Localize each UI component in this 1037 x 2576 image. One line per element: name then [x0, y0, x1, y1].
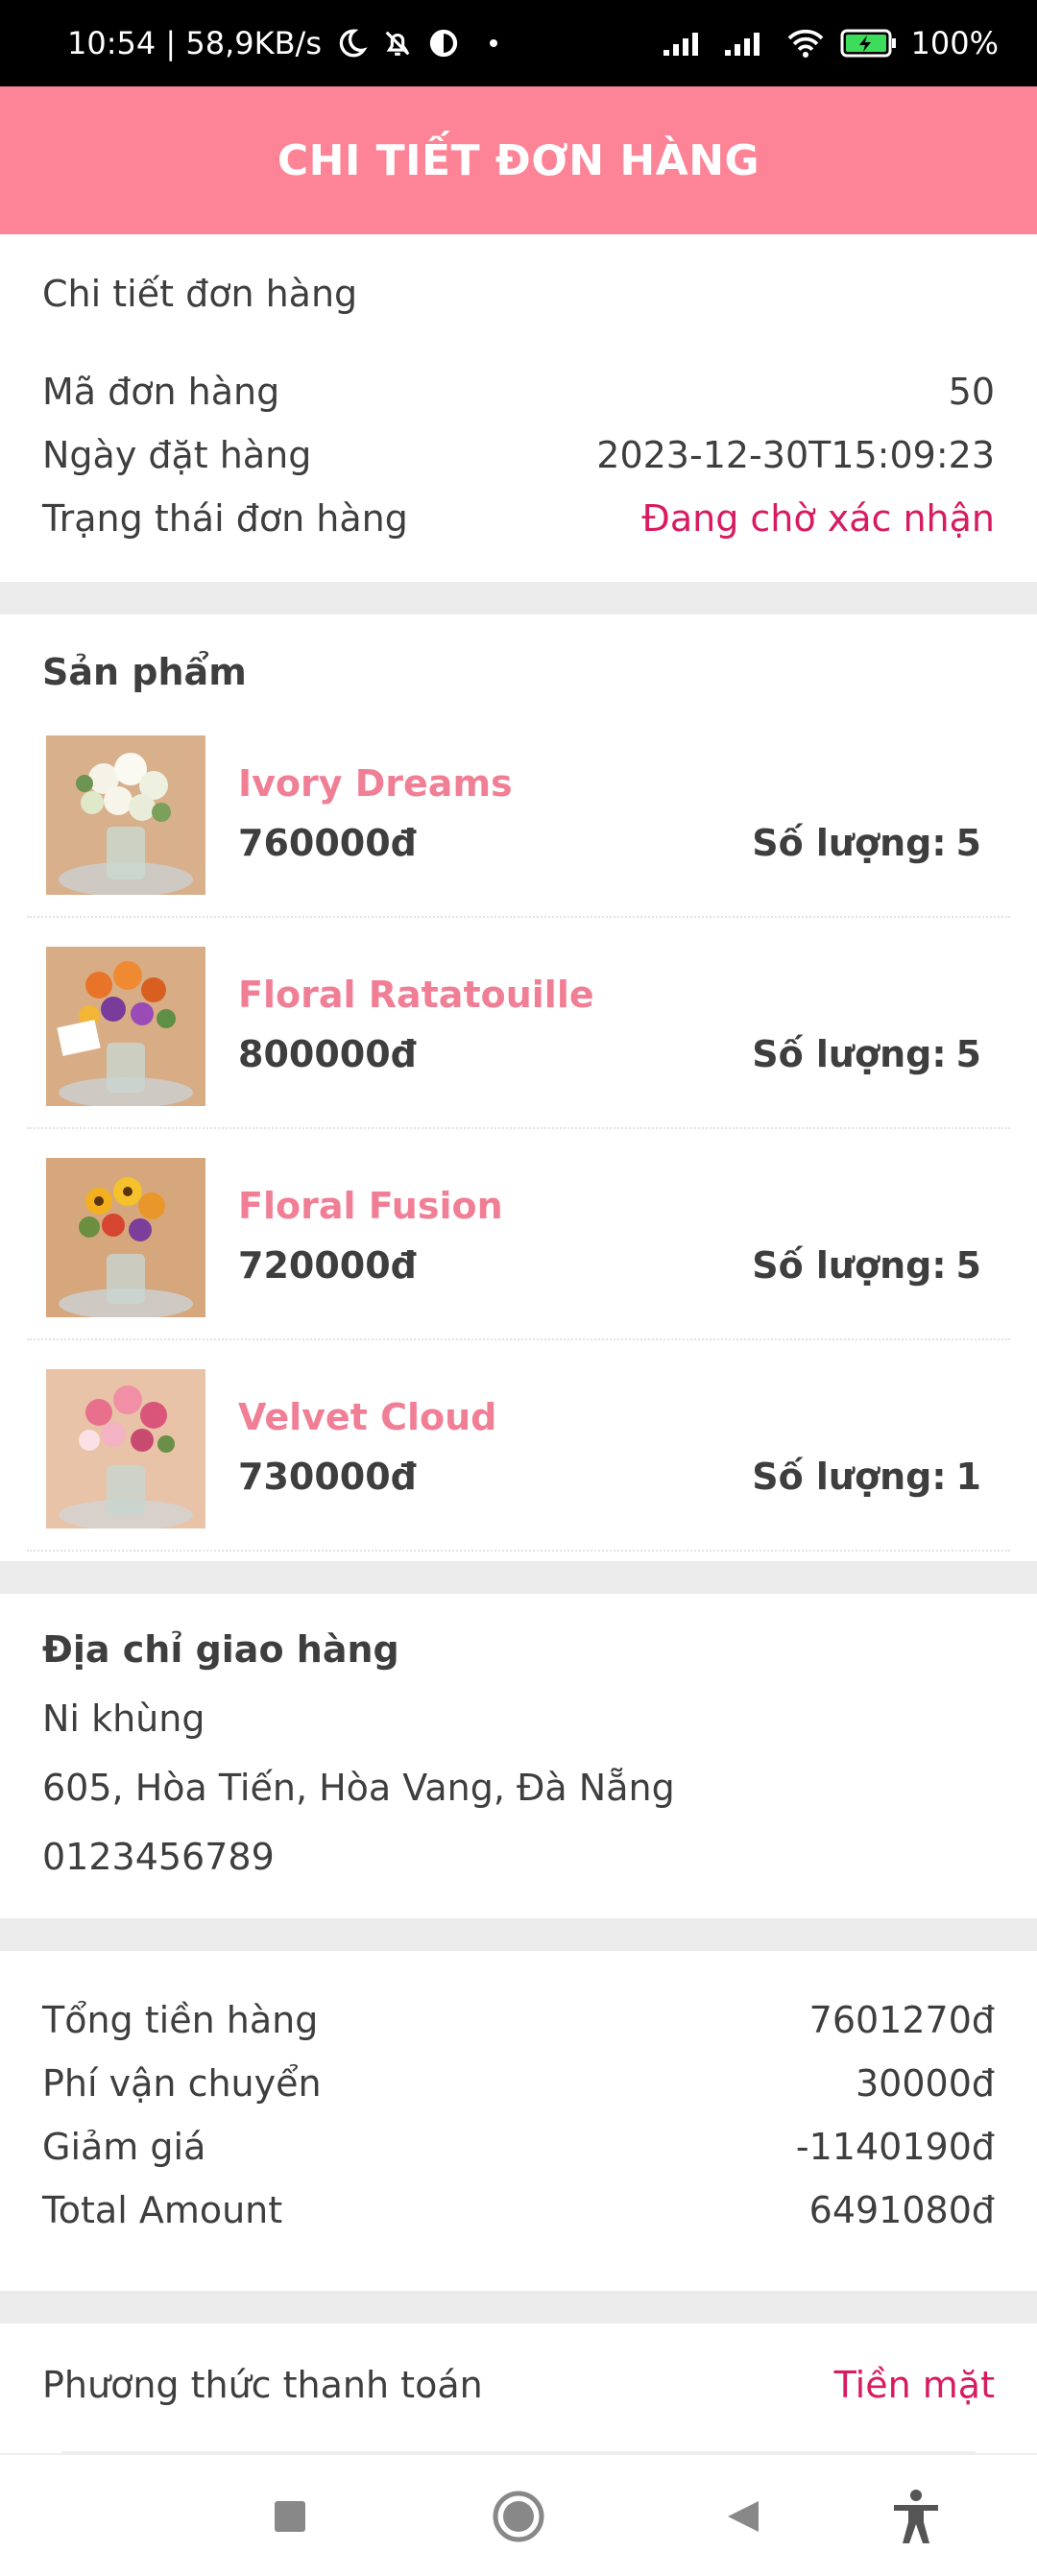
product-item[interactable]: Floral Fusion 720000đ Số lượng: 5 — [27, 1139, 1010, 1340]
shipping-section-title: Địa chỉ giao hàng — [42, 1628, 399, 1671]
order-detail-section: Chi tiết đơn hàng Mã đơn hàng 50 Ngày đặ… — [0, 234, 1037, 582]
discount-value: -1140190đ — [795, 2126, 995, 2168]
accessibility-icon[interactable] — [887, 2488, 945, 2545]
dot-icon — [489, 38, 498, 48]
discount-row: Giảm giá -1140190đ — [42, 2120, 995, 2174]
product-item[interactable]: Velvet Cloud 730000đ Số lượng: 1 — [27, 1350, 1010, 1552]
quantity-label: Số lượng: — [752, 1033, 947, 1075]
quantity-label: Số lượng: — [752, 822, 947, 864]
order-date-row: Ngày đặt hàng 2023-12-30T15:09:23 — [42, 428, 995, 482]
recipient-name: Ni khùng — [42, 1697, 205, 1740]
shipping-fee-label: Phí vận chuyển — [42, 2062, 322, 2105]
product-price: 760000đ — [238, 822, 417, 864]
shipping-fee-value: 30000đ — [855, 2062, 995, 2105]
order-status-row: Trạng thái đơn hàng Đang chờ xác nhận — [42, 492, 995, 545]
product-name: Floral Ratatouille — [238, 974, 594, 1016]
product-item[interactable]: Ivory Dreams 760000đ Số lượng: 5 — [27, 716, 1010, 918]
payment-value: Tiền mặt — [833, 2364, 995, 2406]
total-value: 6491080đ — [808, 2189, 995, 2231]
system-nav-bar — [0, 2453, 1037, 2576]
discount-label: Giảm giá — [42, 2126, 206, 2168]
page-title: CHI TIẾT ĐƠN HÀNG — [277, 135, 760, 185]
product-image — [46, 1158, 205, 1317]
product-name: Ivory Dreams — [238, 762, 513, 805]
quantity-value: 5 — [955, 1244, 981, 1287]
back-triangle-icon[interactable] — [714, 2488, 772, 2545]
order-date-value: 2023-12-30T15:09:23 — [596, 434, 995, 476]
shipping-section: Địa chỉ giao hàng Ni khùng 605, Hòa Tiến… — [0, 1594, 1037, 1918]
status-bar: 10:54 | 58,9KB/s 100% — [0, 0, 1037, 86]
total-label: Total Amount — [42, 2189, 283, 2231]
product-quantity: Số lượng: 5 — [752, 1244, 981, 1287]
moon-icon — [335, 27, 368, 60]
signal-icon — [662, 29, 710, 58]
recents-square-icon[interactable] — [261, 2488, 319, 2545]
product-quantity: Số lượng: 5 — [752, 822, 981, 864]
quantity-value: 1 — [955, 1456, 981, 1498]
signal-icon — [723, 29, 771, 58]
order-id-row: Mã đơn hàng 50 — [42, 365, 995, 419]
payment-section: Phương thức thanh toán Tiền mặt — [0, 2323, 1037, 2453]
subtotal-label: Tổng tiền hàng — [42, 1999, 319, 2041]
subtotal-value: 7601270đ — [808, 1999, 995, 2041]
product-price: 730000đ — [238, 1456, 417, 1498]
order-section-title: Chi tiết đơn hàng — [42, 273, 358, 315]
shipping-fee-row: Phí vận chuyển 30000đ — [42, 2057, 995, 2110]
quantity-value: 5 — [955, 822, 981, 864]
order-id-value: 50 — [948, 371, 995, 413]
bell-off-icon — [381, 27, 414, 60]
app-bar: CHI TIẾT ĐƠN HÀNG — [0, 86, 1037, 234]
payment-label: Phương thức thanh toán — [42, 2364, 483, 2406]
subtotal-row: Tổng tiền hàng 7601270đ — [42, 1993, 995, 2047]
wifi-icon — [784, 27, 827, 60]
divider — [0, 1561, 1037, 1594]
status-right: 100% — [662, 25, 999, 61]
summary-section: Tổng tiền hàng 7601270đ Phí vận chuyển 3… — [0, 1951, 1037, 2291]
product-quantity: Số lượng: 1 — [752, 1456, 981, 1498]
order-status-value: Đang chờ xác nhận — [641, 497, 995, 540]
product-price: 720000đ — [238, 1244, 417, 1287]
divider — [0, 582, 1037, 614]
product-name: Floral Fusion — [238, 1185, 503, 1227]
product-image — [46, 735, 205, 895]
products-section: Sản phẩm Ivory Dreams 760000đ Số lượng: … — [0, 614, 1037, 1561]
battery-percent: 100% — [910, 25, 999, 61]
divider — [0, 2291, 1037, 2323]
products-section-title: Sản phẩm — [42, 651, 247, 693]
data-saver-icon — [427, 27, 460, 60]
total-row: Total Amount 6491080đ — [42, 2183, 995, 2237]
quantity-label: Số lượng: — [752, 1456, 947, 1498]
product-quantity: Số lượng: 5 — [752, 1033, 981, 1075]
product-item[interactable]: Floral Ratatouille 800000đ Số lượng: 5 — [27, 927, 1010, 1129]
order-status-label: Trạng thái đơn hàng — [42, 497, 408, 540]
payment-row: Phương thức thanh toán Tiền mặt — [42, 2358, 995, 2412]
battery-charging-icon — [840, 28, 898, 59]
product-price: 800000đ — [238, 1033, 417, 1075]
product-image — [46, 947, 205, 1106]
product-image — [46, 1369, 205, 1529]
status-left: 10:54 | 58,9KB/s — [67, 25, 498, 61]
order-id-label: Mã đơn hàng — [42, 371, 280, 413]
status-time-speed: 10:54 | 58,9KB/s — [67, 25, 322, 61]
quantity-label: Số lượng: — [752, 1244, 947, 1287]
shipping-address: 605, Hòa Tiến, Hòa Vang, Đà Nẵng — [42, 1767, 675, 1809]
order-date-label: Ngày đặt hàng — [42, 434, 312, 476]
quantity-value: 5 — [955, 1033, 981, 1075]
recipient-phone: 0123456789 — [42, 1836, 275, 1878]
home-circle-icon[interactable] — [490, 2488, 547, 2545]
product-name: Velvet Cloud — [238, 1396, 497, 1438]
divider — [0, 1918, 1037, 1951]
